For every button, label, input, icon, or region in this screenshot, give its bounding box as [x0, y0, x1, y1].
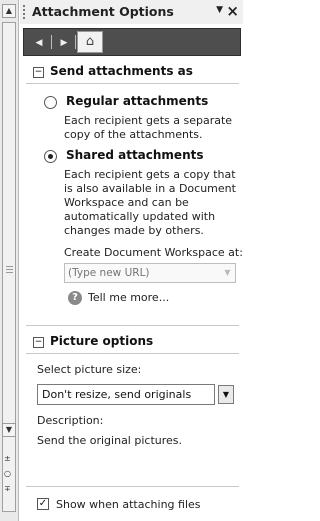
workspace-label: Create Document Workspace at: [64, 246, 243, 259]
collapse-icon: − [33, 337, 44, 348]
picture-size-label: Select picture size: [37, 363, 142, 376]
help-icon: ? [68, 291, 82, 305]
shared-attachments-label[interactable]: Shared attachments [66, 148, 204, 162]
shared-attachments-radio[interactable] [44, 150, 57, 163]
scroll-up-button[interactable]: ▲ [2, 4, 16, 18]
checkmark-icon: ✓ [38, 498, 48, 509]
collapse-icon: − [33, 67, 44, 78]
picture-size-select[interactable]: Don't resize, send originals [37, 384, 215, 405]
next-object-icon[interactable]: ∓ [4, 485, 11, 493]
chevron-down-icon[interactable]: ▼ [218, 385, 234, 404]
send-attachments-section-header[interactable]: − Send attachments as [33, 64, 193, 78]
regular-attachments-label[interactable]: Regular attachments [66, 94, 208, 108]
vertical-scrollbar[interactable]: ▲ ▼ ± ○ ∓ [0, 0, 19, 521]
select-browse-object-icon[interactable]: ○ [4, 470, 11, 478]
forward-arrow-icon: ▶ [60, 38, 68, 48]
tell-me-more-link[interactable]: Tell me more... [88, 291, 169, 304]
forward-button[interactable]: ▶ [55, 33, 73, 51]
picture-description: Send the original pictures. [37, 434, 183, 447]
pane-title: Attachment Options [32, 4, 174, 19]
pane-menu-button[interactable]: ▼ [216, 5, 223, 15]
nav-divider [51, 35, 52, 49]
show-when-attaching-checkbox[interactable]: ✓ [37, 498, 49, 510]
description-label: Description: [37, 414, 104, 427]
scroll-down-button[interactable]: ▼ [2, 423, 16, 437]
pane-header: Attachment Options ▼ × [20, 0, 243, 24]
arrow-down-icon: ▼ [5, 425, 13, 434]
section-divider [26, 325, 239, 326]
close-button[interactable]: × [226, 2, 239, 20]
section-title: Send attachments as [50, 64, 193, 78]
home-icon: ⌂ [85, 34, 95, 49]
drag-grip-icon[interactable] [23, 5, 27, 19]
back-button[interactable]: ◀ [30, 33, 48, 51]
section-title: Picture options [50, 334, 154, 348]
back-arrow-icon: ◀ [35, 38, 43, 48]
regular-attachments-description: Each recipient gets a separate copy of t… [64, 114, 233, 141]
arrow-up-icon: ▲ [5, 6, 13, 15]
picture-options-section-header[interactable]: − Picture options [33, 334, 153, 348]
home-button[interactable]: ⌂ [77, 31, 103, 53]
footer-divider [26, 486, 239, 487]
pane-nav-bar: ◀ ▶ ⌂ [23, 28, 241, 56]
workspace-url-input[interactable] [64, 263, 236, 283]
previous-object-icon[interactable]: ± [4, 455, 11, 463]
regular-attachments-radio[interactable] [44, 96, 57, 109]
chevron-down-icon[interactable]: ▼ [220, 264, 235, 282]
show-when-attaching-label[interactable]: Show when attaching files [56, 498, 201, 511]
shared-attachments-description: Each recipient gets a copy that is also … [64, 168, 236, 237]
grip-icon [6, 266, 13, 267]
section-divider [26, 353, 239, 354]
section-divider [26, 83, 239, 84]
scroll-thumb[interactable] [2, 22, 16, 512]
nav-divider [75, 35, 76, 49]
